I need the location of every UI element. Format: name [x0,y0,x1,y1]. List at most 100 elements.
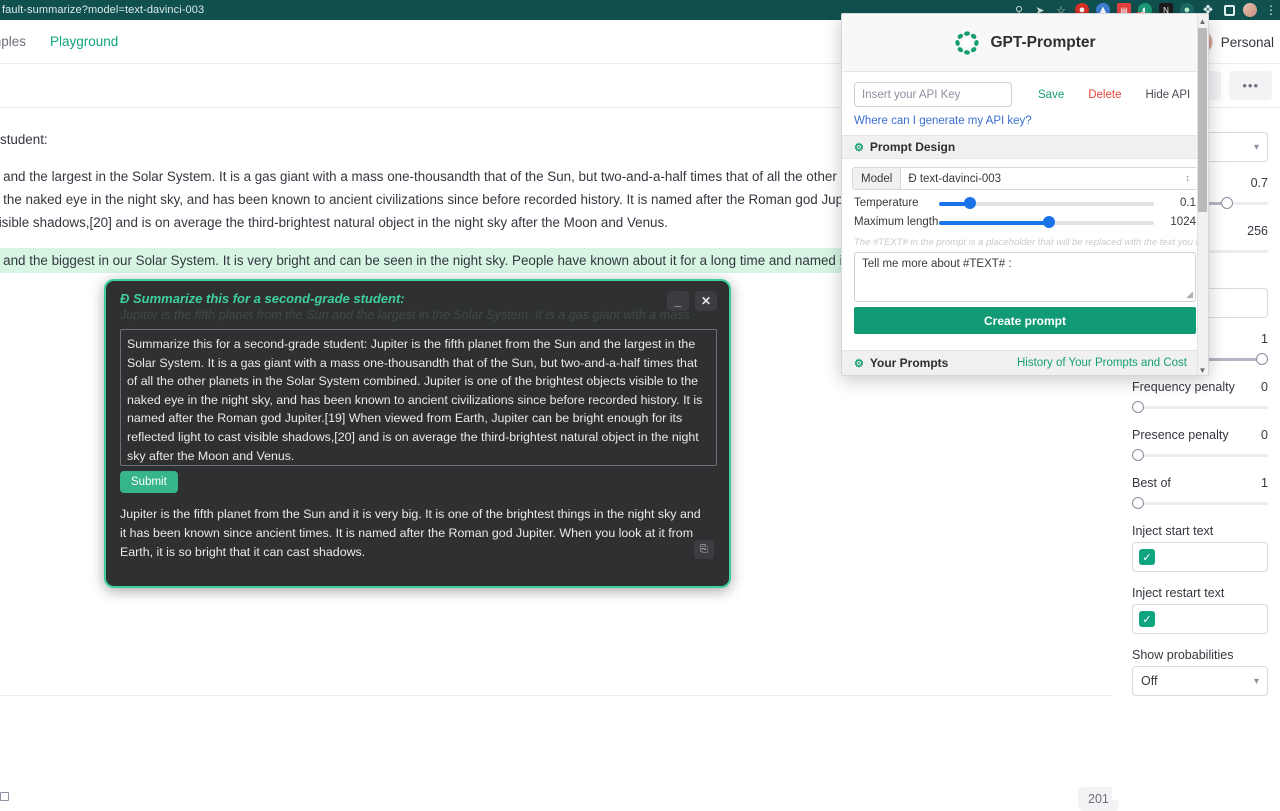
model-doc-icon: Đ [908,172,917,185]
gpt-prompter-logo-icon [955,30,980,55]
slider-knob[interactable] [1132,497,1144,509]
extension-maximum-length-row: Maximum length 1024 [854,216,1196,228]
gear-icon: ⚙ [854,141,864,154]
extension-temperature-slider[interactable] [939,197,1154,209]
resize-grip-icon[interactable]: ◢ [1186,289,1193,300]
extension-temperature-value: 0.1 [1180,197,1196,209]
inject-restart-text-field[interactable]: ✓ [1132,604,1268,634]
your-prompts-label: ⚙ Your Prompts [854,356,948,370]
maximum-length-value: 256 [1247,224,1268,238]
slider-knob[interactable] [963,197,976,209]
history-link[interactable]: History of Your Prompts and Cost [1017,357,1187,369]
editor-completion-text: n and the biggest in our Solar System. I… [0,248,913,273]
text-placeholder-note: The #TEXT# in the prompt is a placeholde… [854,237,1208,248]
slider-track [1132,502,1268,505]
chrome-menu-icon[interactable]: ⋮ [1264,3,1278,17]
presence-penalty-label: Presence penalty [1132,428,1229,442]
param-best-of: Best of 1 [1132,476,1268,510]
prompt-design-section-header: ⚙ Prompt Design [842,135,1208,159]
floating-panel-title: Đ Summarize this for a second-grade stud… [120,291,715,306]
checkmark-icon[interactable]: ✓ [1139,611,1155,627]
slider-fill [939,202,967,206]
profile-avatar-icon[interactable] [1243,3,1257,17]
gear-icon: ⚙ [854,357,864,370]
sidepanel-icon[interactable] [1223,4,1235,16]
floating-panel-controls: _ ✕ [667,291,717,311]
extension-maximum-length-slider[interactable] [939,216,1154,228]
show-probabilities-select[interactable]: Off ▾ [1132,666,1268,696]
document-icon: Đ [120,291,130,306]
param-presence-penalty: Presence penalty 0 [1132,428,1268,462]
frequency-penalty-value: 0 [1261,380,1268,394]
hide-api-button[interactable]: Hide API [1145,89,1190,101]
extension-prompt-value: Tell me more about #TEXT# : [862,258,1012,270]
checkmark-icon[interactable]: ✓ [1139,549,1155,565]
floating-panel-textarea[interactable]: Summarize this for a second-grade studen… [120,329,717,466]
extension-model-row[interactable]: Model Đ text-davinci-003 ↕ [852,167,1198,190]
extension-title: GPT-Prompter [990,33,1096,51]
extension-prompt-textarea[interactable]: Tell me more about #TEXT# : ◢ [854,252,1196,302]
where-api-key-link[interactable]: Where can I generate my API key? [842,113,1208,135]
scroll-up-arrow-icon[interactable]: ▲ [1198,15,1207,27]
extension-temperature-label: Temperature [854,197,919,209]
submit-button[interactable]: Submit [120,471,178,493]
best-of-slider[interactable] [1132,496,1268,510]
extension-scrollbar-thumb[interactable] [1198,28,1207,212]
extension-model-value: text-davinci-003 [919,172,1002,185]
inject-start-text-label: Inject start text [1132,524,1214,538]
editor-divider [0,695,1112,696]
gpt-prompter-extension-popup: GPT-Prompter Save Delete Hide API Where … [841,13,1209,376]
extension-model-select[interactable]: Đ text-davinci-003 ↕ [901,168,1197,189]
best-of-value: 1 [1261,476,1268,490]
show-probabilities-value: Off [1141,674,1158,688]
minimize-icon[interactable]: _ [667,291,689,311]
slider-knob[interactable] [1221,197,1234,209]
save-api-key-button[interactable]: Save [1038,89,1064,101]
param-frequency-penalty: Frequency penalty 0 [1132,380,1268,414]
floating-panel-answer: Jupiter is the fifth planet from the Sun… [120,507,701,559]
nav-item-playground[interactable]: Playground [50,34,118,49]
top-p-value: 1 [1261,332,1268,346]
slider-knob[interactable] [1132,401,1144,413]
floating-panel-textarea-value: Summarize this for a second-grade studen… [127,337,703,463]
copy-icon[interactable]: ⎘ [694,540,714,559]
best-of-label: Best of [1132,476,1171,490]
extension-maximum-length-label: Maximum length [854,216,939,228]
show-probabilities-label: Show probabilities [1132,648,1234,662]
chevron-down-icon: ▾ [1253,141,1259,153]
extension-maximum-length-value: 1024 [1170,216,1196,228]
slider-track [1132,454,1268,457]
select-updown-icon: ↕ [1185,173,1190,184]
inject-start-text-field[interactable]: ✓ [1132,542,1268,572]
slider-knob[interactable] [1042,216,1055,228]
floating-panel-title-text: Summarize this for a second-grade studen… [133,291,405,306]
extension-temperature-row: Temperature 0.1 [854,197,1196,209]
nav-item-examples[interactable]: mples [0,34,26,49]
scroll-down-arrow-icon[interactable]: ▼ [1198,364,1207,375]
extension-model-label: Model [853,168,902,189]
close-icon[interactable]: ✕ [695,291,717,311]
slider-knob[interactable] [1256,353,1268,365]
floating-panel-subtitle: Jupiter is the fifth planet from the Sun… [120,308,690,322]
temperature-value: 0.7 [1250,176,1268,190]
slider-track [1132,406,1268,409]
extension-header: GPT-Prompter [842,14,1208,72]
extension-scrollbar-track[interactable]: ▲ ▼ [1197,14,1208,375]
presence-penalty-value: 0 [1261,428,1268,442]
api-key-row: Save Delete Hide API [842,72,1208,113]
frequency-penalty-slider[interactable] [1132,400,1268,414]
chevron-down-icon: ▾ [1253,675,1259,687]
presence-penalty-slider[interactable] [1132,448,1268,462]
create-prompt-button[interactable]: Create prompt [854,307,1196,334]
your-prompts-footer: ⚙ Your Prompts History of Your Prompts a… [842,350,1199,375]
frequency-penalty-label: Frequency penalty [1132,380,1235,394]
more-options-button[interactable]: ••• [1229,71,1272,100]
delete-api-key-button[interactable]: Delete [1088,89,1121,101]
api-key-input[interactable] [854,82,1012,107]
inject-restart-text-label: Inject restart text [1132,586,1225,600]
account-label: Personal [1220,34,1274,50]
param-inject-restart-text: Inject restart text ✓ [1132,586,1268,634]
address-bar-url[interactable]: fault-summarize?model=text-davinci-003 [0,4,204,16]
slider-knob[interactable] [1132,449,1144,461]
param-show-probabilities: Show probabilities Off ▾ [1132,648,1268,696]
